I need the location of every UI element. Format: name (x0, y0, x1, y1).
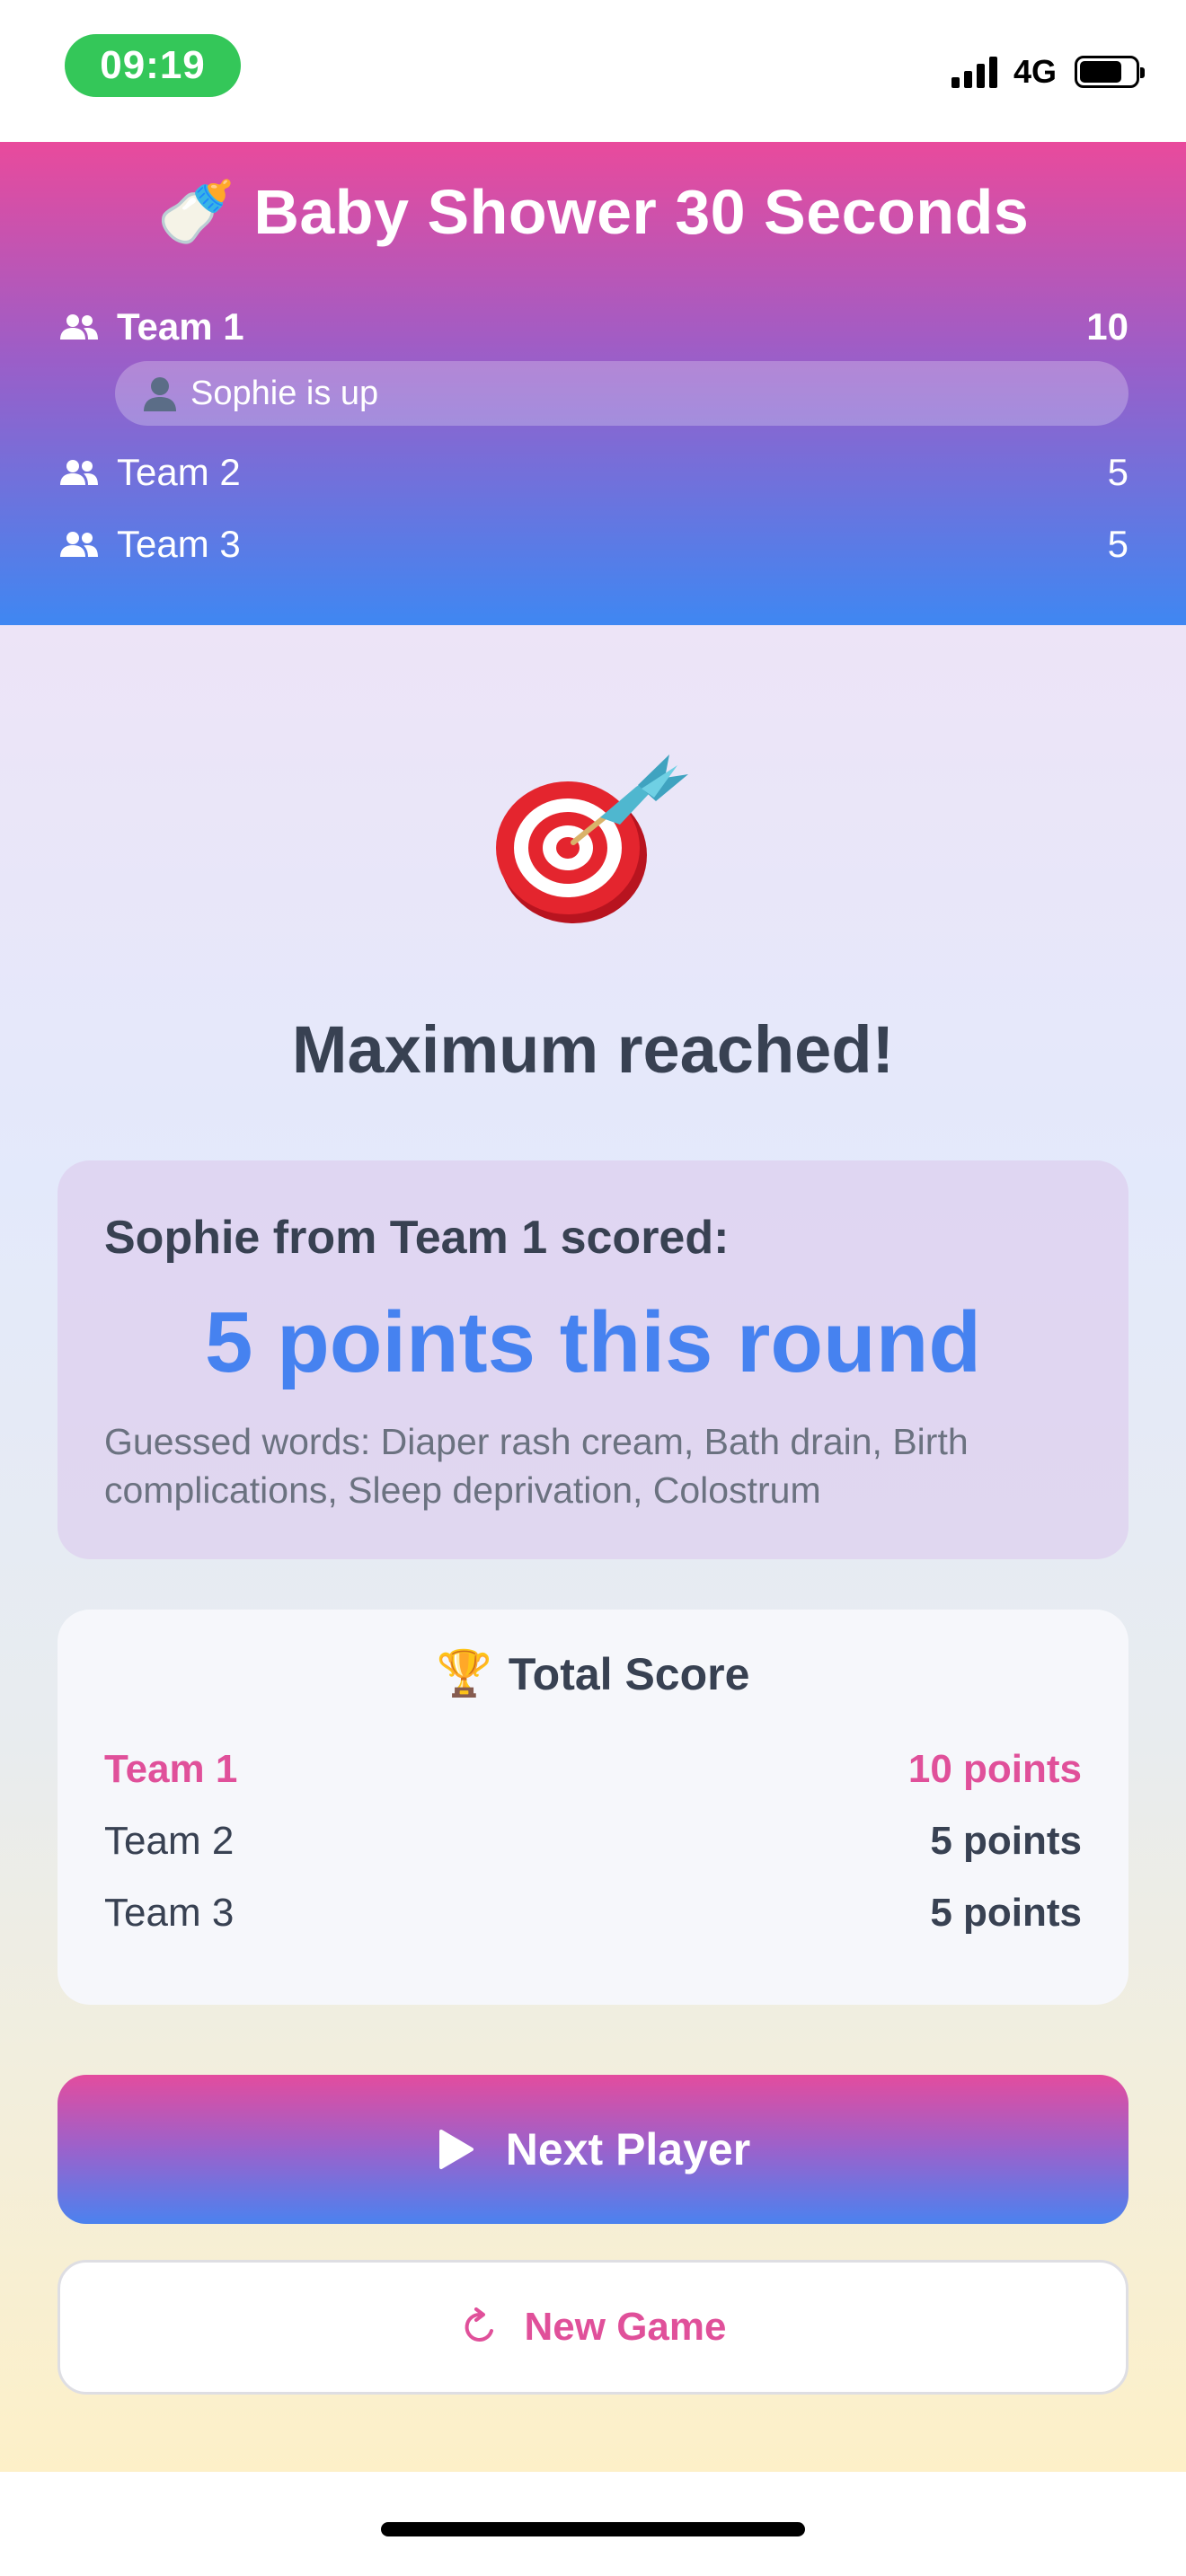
score-row-team-2: Team 2 5 points (104, 1814, 1082, 1868)
scored-by-text: Sophie from Team 1 scored: (104, 1212, 730, 1264)
score-team-name: Team 3 (104, 1891, 235, 1935)
score-team-points: 5 points (930, 1819, 1082, 1863)
round-result-panel: Maximum reached! Sophie from Team 1 scor… (0, 625, 1186, 2472)
play-icon (438, 2130, 474, 2169)
people-icon (60, 314, 98, 340)
baby-bottle-icon: 🍼 (156, 177, 236, 247)
screen: 09:19 4G 🍼 Baby Shower 30 Seconds Team 1… (0, 0, 1186, 2576)
team-row-2: Team 2 5 (58, 446, 1128, 499)
cellular-signal-icon (951, 56, 997, 88)
team-row-1: Team 1 10 (58, 300, 1128, 354)
new-game-label: New Game (524, 2305, 727, 2349)
game-header: 🍼 Baby Shower 30 Seconds Team 1 10 Sophi… (0, 142, 1186, 625)
guessed-words: Guessed words: Diaper rash cream, Bath d… (104, 1421, 969, 1511)
score-team-points: 10 points (907, 1747, 1082, 1791)
total-score-title: 🏆 Total Score (58, 1647, 1128, 1700)
team-name: Team 1 (117, 305, 244, 348)
current-player-text: Sophie is up (190, 374, 379, 412)
total-score-label: Total Score (508, 1648, 750, 1699)
score-team-points: 5 points (930, 1891, 1082, 1935)
status-icons: 4G (951, 52, 1145, 92)
team-row-3: Team 3 5 (58, 517, 1128, 571)
app-title-text: Baby Shower 30 Seconds (253, 177, 1030, 247)
network-type: 4G (1013, 53, 1057, 90)
status-time: 09:19 (65, 34, 241, 97)
team-score: 10 (1086, 305, 1128, 348)
trophy-icon: 🏆 (436, 1648, 492, 1698)
team-name: Team 2 (117, 451, 241, 493)
score-team-name: Team 2 (104, 1819, 235, 1863)
next-player-label: Next Player (505, 2124, 751, 2175)
score-row-team-3: Team 3 5 points (104, 1886, 1082, 1940)
people-icon (60, 532, 98, 557)
team-name: Team 3 (117, 523, 241, 565)
new-game-button[interactable]: New Game (58, 2260, 1128, 2395)
score-row-team-1: Team 1 10 points (104, 1742, 1082, 1796)
current-player-indicator: Sophie is up (115, 361, 1128, 426)
person-icon (144, 377, 176, 411)
home-area (0, 2472, 1186, 2576)
total-score-card: 🏆 Total Score Team 1 10 points Team 2 5 … (58, 1610, 1128, 2005)
team-score: 5 (1107, 523, 1128, 565)
team-score: 5 (1107, 451, 1128, 493)
status-bar: 09:19 4G (0, 0, 1186, 142)
target-dart-icon (496, 754, 688, 923)
restart-icon (465, 2307, 493, 2342)
round-points: 5 points this round (205, 1294, 981, 1390)
people-icon (60, 460, 98, 485)
round-summary-card: Sophie from Team 1 scored: 5 points this… (58, 1160, 1128, 1559)
score-team-name: Team 1 (104, 1747, 238, 1791)
app-title: 🍼 Baby Shower 30 Seconds (0, 176, 1186, 250)
next-player-button[interactable]: Next Player (58, 2075, 1128, 2224)
battery-icon (1075, 56, 1145, 88)
round-result-heading: Maximum reached! (291, 1012, 895, 1087)
home-indicator[interactable] (381, 2522, 805, 2536)
